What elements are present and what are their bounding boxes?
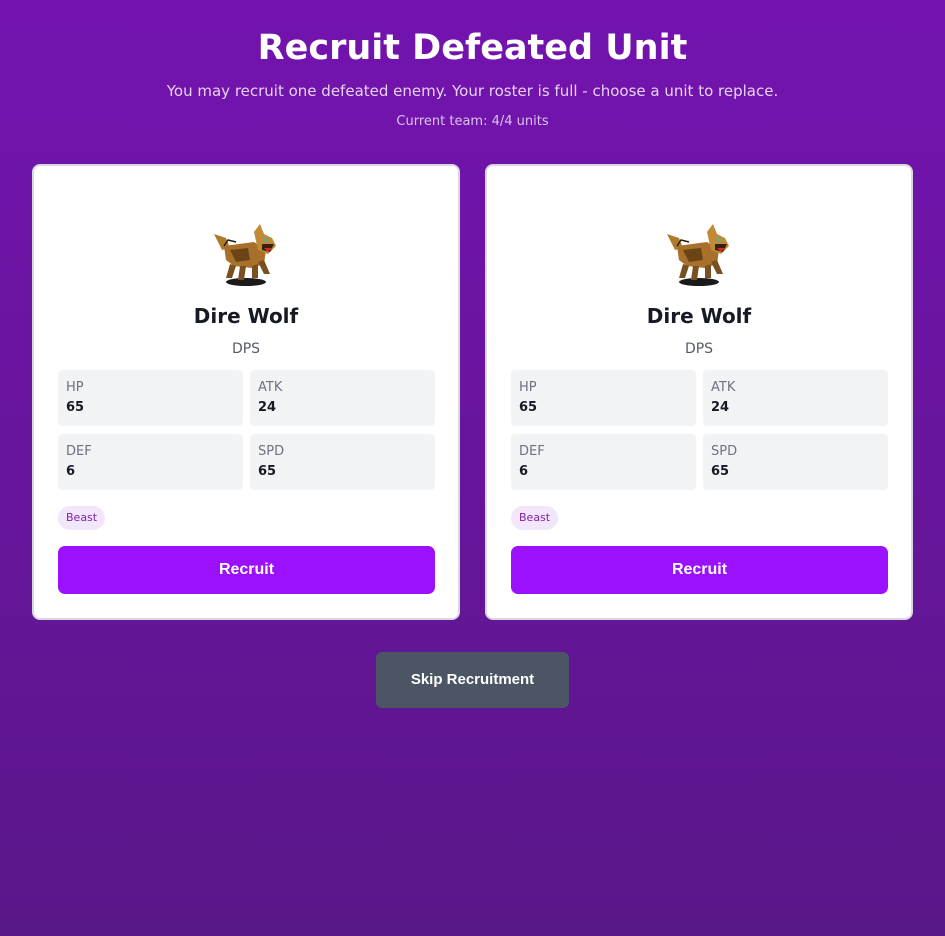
unit-role: DPS [231, 341, 261, 357]
stat-label: HP [519, 380, 537, 395]
unit-role: DPS [684, 341, 714, 357]
unit-tag: Beast [511, 506, 559, 530]
stat-hp: HP 65 [58, 370, 243, 426]
stat-value: 65 [258, 464, 277, 479]
team-count: Current team: 4/4 units [396, 114, 549, 129]
wolf-sprite-icon [667, 224, 729, 286]
stat-value: 65 [711, 464, 730, 479]
stat-value: 6 [519, 464, 529, 479]
stat-atk: ATK 24 [703, 370, 888, 426]
stat-label: SPD [258, 444, 285, 459]
unit-name: Dire Wolf [646, 304, 752, 328]
stat-label: SPD [711, 444, 738, 459]
stat-label: DEF [66, 444, 92, 459]
unit-card: Dire Wolf DPS HP 65 ATK 24 DEF 6 SPD 65 … [485, 164, 913, 620]
page-subtitle: You may recruit one defeated enemy. Your… [166, 82, 779, 100]
skip-recruitment-button[interactable]: Skip Recruitment [376, 652, 569, 708]
stat-label: DEF [519, 444, 545, 459]
stat-label: ATK [258, 380, 283, 395]
stat-spd: SPD 65 [703, 434, 888, 490]
stat-label: HP [66, 380, 84, 395]
stat-def: DEF 6 [58, 434, 243, 490]
unit-name: Dire Wolf [193, 304, 299, 328]
stat-value: 6 [66, 464, 76, 479]
page-title: Recruit Defeated Unit [257, 28, 688, 68]
stat-spd: SPD 65 [250, 434, 435, 490]
stat-value: 24 [258, 400, 277, 415]
wolf-sprite-icon [214, 224, 276, 286]
recruit-button[interactable]: Recruit [58, 546, 435, 594]
stat-hp: HP 65 [511, 370, 696, 426]
stat-atk: ATK 24 [250, 370, 435, 426]
unit-card: Dire Wolf DPS HP 65 ATK 24 DEF 6 SPD 65 … [32, 164, 460, 620]
stat-value: 65 [519, 400, 538, 415]
stat-def: DEF 6 [511, 434, 696, 490]
stat-value: 65 [66, 400, 85, 415]
recruit-button[interactable]: Recruit [511, 546, 888, 594]
stat-value: 24 [711, 400, 730, 415]
stat-label: ATK [711, 380, 736, 395]
unit-tag: Beast [58, 506, 106, 530]
